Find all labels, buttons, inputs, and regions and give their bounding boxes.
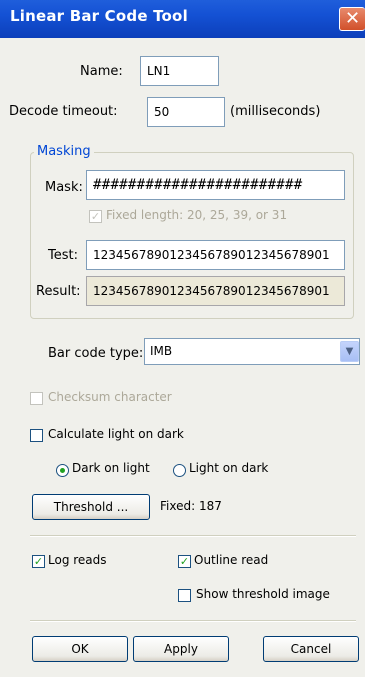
- dark-on-light-label: Dark on light: [72, 461, 150, 475]
- light-on-dark-radio[interactable]: [173, 464, 186, 477]
- dark-on-light-radio[interactable]: [56, 464, 69, 477]
- ok-button-label: OK: [71, 642, 89, 656]
- name-field[interactable]: LN1: [140, 56, 219, 86]
- bar-code-type-select[interactable]: IMB ▼: [144, 338, 360, 365]
- apply-button[interactable]: Apply: [133, 636, 229, 662]
- result-label: Result:: [36, 284, 81, 299]
- test-field[interactable]: 1234567890123456789012345678901: [86, 240, 345, 270]
- dropdown-button[interactable]: ▼: [340, 341, 359, 362]
- separator: [30, 620, 356, 622]
- show-threshold-image-label: Show threshold image: [196, 587, 330, 601]
- calc-light-on-dark-label: Calculate light on dark: [48, 427, 184, 441]
- close-button[interactable]: ✕: [339, 7, 365, 31]
- mask-field[interactable]: ########################: [86, 170, 345, 200]
- decode-timeout-field[interactable]: 50: [147, 97, 225, 127]
- apply-button-label: Apply: [164, 642, 198, 656]
- cancel-button-label: Cancel: [290, 642, 332, 656]
- log-reads-checkbox[interactable]: ✓: [32, 555, 45, 568]
- test-label: Test:: [48, 248, 78, 263]
- result-field: 1234567890123456789012345678901: [86, 276, 345, 306]
- fixed-length-checkbox[interactable]: ✓: [89, 210, 102, 223]
- outline-read-checkbox[interactable]: ✓: [178, 555, 191, 568]
- bar-code-type-label: Bar code type:: [48, 346, 144, 361]
- decode-timeout-value: 50: [154, 105, 170, 119]
- check-icon: ✓: [179, 555, 190, 568]
- calc-light-on-dark-checkbox[interactable]: [30, 429, 43, 442]
- title-bar: Linear Bar Code Tool ✕: [0, 0, 365, 38]
- name-label: Name:: [80, 64, 123, 79]
- separator: [30, 535, 356, 537]
- bar-code-type-value: IMB: [150, 344, 173, 358]
- mask-label: Mask:: [45, 180, 83, 195]
- close-icon: ✕: [344, 8, 361, 29]
- check-icon: ✓: [90, 210, 101, 223]
- radio-selected-dot: [60, 468, 65, 473]
- ok-button[interactable]: OK: [32, 636, 128, 662]
- decode-timeout-label: Decode timeout:: [9, 104, 118, 119]
- decode-timeout-unit: (milliseconds): [230, 104, 321, 119]
- cancel-button[interactable]: Cancel: [263, 636, 359, 662]
- name-value: LN1: [147, 64, 171, 78]
- checksum-label: Checksum character: [48, 390, 172, 404]
- chevron-down-icon: ▼: [345, 346, 354, 357]
- result-value: 1234567890123456789012345678901: [93, 284, 330, 298]
- log-reads-label: Log reads: [48, 553, 107, 567]
- fixed-length-label: Fixed length: 20, 25, 39, or 31: [106, 208, 288, 222]
- show-threshold-image-checkbox[interactable]: [178, 589, 191, 602]
- light-on-dark-label: Light on dark: [189, 461, 269, 475]
- threshold-button-label: Threshold ...: [53, 500, 129, 514]
- masking-group-title: Masking: [34, 144, 94, 159]
- threshold-button[interactable]: Threshold ...: [32, 494, 150, 520]
- check-icon: ✓: [33, 555, 44, 568]
- test-value: 1234567890123456789012345678901: [93, 248, 330, 262]
- threshold-status: Fixed: 187: [160, 499, 222, 513]
- window-title: Linear Bar Code Tool: [10, 7, 188, 25]
- outline-read-label: Outline read: [194, 553, 269, 567]
- mask-value: ########################: [93, 177, 303, 193]
- checksum-checkbox[interactable]: [30, 392, 43, 405]
